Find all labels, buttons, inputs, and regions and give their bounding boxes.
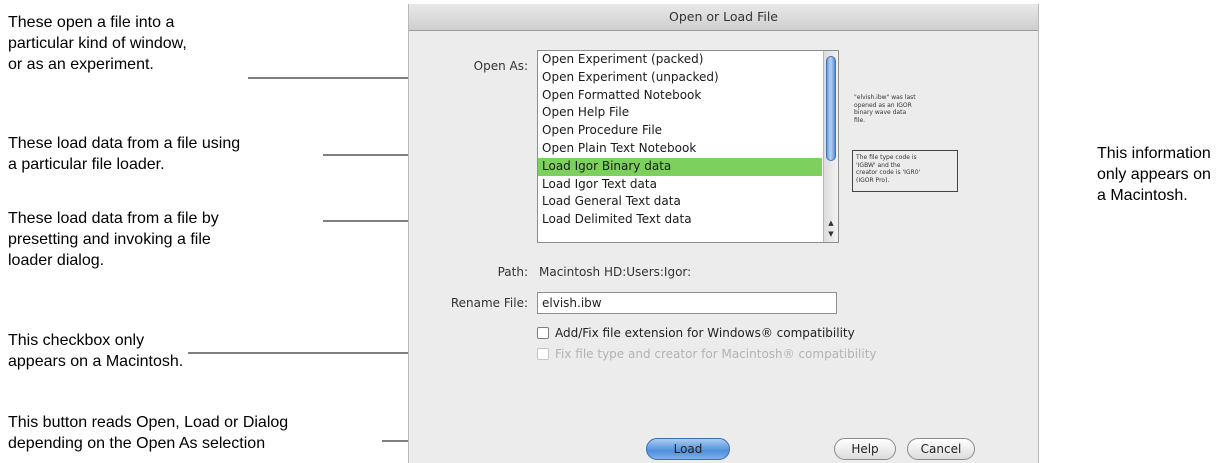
open-as-item[interactable]: Open Plain Text Notebook — [538, 140, 822, 158]
file-type-info-box: The file type code is 'IGBW' and the cre… — [852, 150, 958, 192]
open-as-item[interactable]: Load Igor Text data — [538, 176, 822, 194]
open-as-label: Open As: — [473, 59, 528, 73]
info-line: creator code is 'IGR0' — [856, 169, 921, 176]
info-line: file. — [854, 116, 866, 124]
add-fix-extension-checkbox[interactable]: Add/Fix file extension for Windows® comp… — [537, 326, 855, 340]
rename-file-label: Rename File: — [450, 296, 528, 310]
checkbox-label: Add/Fix file extension for Windows® comp… — [555, 326, 855, 340]
open-as-item[interactable]: Open Help File — [538, 104, 822, 122]
path-label: Path: — [497, 265, 528, 279]
cancel-button[interactable]: Cancel — [907, 438, 975, 460]
checkbox-icon[interactable] — [537, 327, 549, 339]
open-as-item[interactable]: Open Formatted Notebook — [538, 87, 822, 105]
listbox-scrollbar[interactable]: ▲ ▼ — [823, 51, 838, 242]
open-as-item[interactable]: Load Delimited Text data — [538, 211, 822, 229]
dialog-title: Open or Load File — [409, 4, 1038, 31]
load-button[interactable]: Load — [646, 438, 730, 460]
info-line: 'IGBW' and the — [856, 161, 901, 169]
checkbox-icon — [537, 348, 549, 360]
help-button[interactable]: Help — [834, 438, 896, 460]
path-value: Macintosh HD:Users:Igor: — [539, 265, 692, 279]
info-line: opened as an IGOR — [854, 101, 912, 109]
open-as-item[interactable]: Open Experiment (unpacked) — [538, 69, 822, 87]
info-line: The file type code is — [856, 154, 917, 161]
info-line: "elvish.ibw" was last — [854, 94, 916, 101]
rename-file-input[interactable] — [537, 292, 837, 314]
last-opened-info: "elvish.ibw" was last opened as an IGOR … — [854, 94, 916, 124]
checkbox-label: Fix file type and creator for Macintosh®… — [555, 347, 877, 361]
fix-type-creator-checkbox: Fix file type and creator for Macintosh®… — [537, 347, 877, 361]
open-as-item[interactable]: Open Experiment (packed) — [538, 51, 822, 69]
open-as-item[interactable]: Open Procedure File — [538, 122, 822, 140]
open-or-load-file-dialog: Open or Load File Open As: Open Experime… — [408, 4, 1039, 463]
open-as-item[interactable]: Load Igor Binary data — [538, 157, 822, 176]
info-line: (IGOR Pro). — [856, 176, 890, 184]
scroll-up-arrow-icon[interactable]: ▲ — [824, 218, 838, 228]
open-as-items: Open Experiment (packed) Open Experiment … — [538, 51, 838, 229]
scrollbar-thumb[interactable] — [826, 56, 836, 161]
open-as-listbox[interactable]: Open Experiment (packed) Open Experiment … — [537, 50, 839, 243]
scroll-down-arrow-icon[interactable]: ▼ — [824, 229, 838, 239]
info-line: binary wave data — [854, 109, 907, 116]
open-as-item[interactable]: Load General Text data — [538, 193, 822, 211]
